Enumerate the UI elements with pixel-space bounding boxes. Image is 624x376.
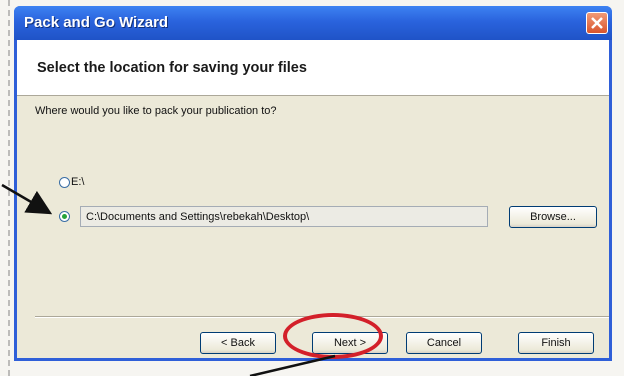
arrow-to-next-button [249, 354, 336, 376]
annotation-arrows [1, 183, 336, 376]
arrow-to-path-option [1, 183, 53, 215]
